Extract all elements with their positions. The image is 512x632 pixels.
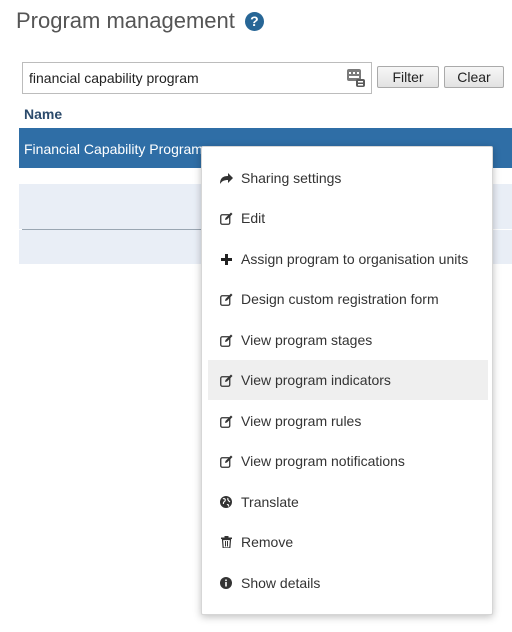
menu-item-label: View program indicators [241,372,391,388]
help-icon[interactable]: ? [244,11,264,31]
menu-item-label: Translate [241,494,299,510]
edit-icon [219,414,233,428]
menu-item-design-registration-form[interactable]: Design custom registration form [208,279,488,319]
menu-item-sharing-settings[interactable]: Sharing settings [208,158,488,198]
menu-item-show-details[interactable]: Show details [208,563,488,603]
menu-item-label: View program stages [241,332,373,348]
plus-icon [219,252,233,266]
menu-item-view-program-notifications[interactable]: View program notifications [208,441,488,481]
edit-icon [219,211,233,225]
virtual-keyboard-icon[interactable] [347,69,365,87]
menu-item-edit[interactable]: Edit [208,198,488,238]
menu-item-view-program-rules[interactable]: View program rules [208,401,488,441]
menu-item-assign-org-units[interactable]: Assign program to organisation units [208,239,488,279]
search-box [22,62,372,94]
menu-item-view-program-stages[interactable]: View program stages [208,320,488,360]
clear-button[interactable]: Clear [444,66,504,88]
column-header-name[interactable]: Name [24,106,62,122]
search-input[interactable] [23,63,345,93]
menu-item-label: View program notifications [241,453,405,469]
context-menu: Sharing settings Edit Assign program to … [201,146,493,615]
menu-item-label: Assign program to organisation units [241,251,469,267]
filter-button[interactable]: Filter [377,66,439,88]
globe-icon [219,495,233,509]
menu-item-view-program-indicators[interactable]: View program indicators [208,360,488,400]
menu-item-label: Sharing settings [241,170,342,186]
edit-icon [219,292,233,306]
page-title: Program management [16,8,235,33]
edit-icon [219,333,233,347]
trash-icon [219,535,233,549]
menu-item-label: Remove [241,534,294,550]
menu-item-translate[interactable]: Translate [208,482,488,522]
share-icon [219,171,233,185]
menu-item-label: Edit [241,210,266,226]
menu-item-remove[interactable]: Remove [208,522,488,562]
info-icon [219,576,233,590]
menu-item-label: View program rules [241,413,362,429]
menu-item-label: Design custom registration form [241,291,439,307]
edit-icon [219,454,233,468]
edit-icon [219,373,233,387]
menu-item-label: Show details [241,575,321,591]
page-title-wrap: Program management ? [16,8,264,34]
